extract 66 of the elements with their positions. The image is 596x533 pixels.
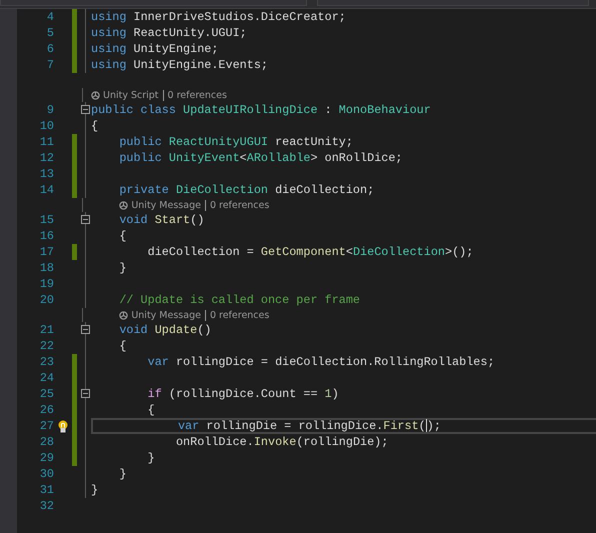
- code-line: private DieCollection dieCollection;: [118, 182, 374, 198]
- code-line: {: [91, 118, 98, 134]
- line-number: 15: [38, 212, 54, 228]
- code-line: }: [118, 466, 126, 482]
- code-line: var rollingDie = rollingDice.First();: [176, 418, 441, 434]
- line-number: 23: [38, 354, 54, 370]
- code-line: var rollingDice = dieCollection.RollingRollables;: [146, 354, 495, 370]
- code-line: dieCollection = GetComponent<DieCollection>();: [146, 244, 474, 260]
- codelens-label: Unity Message: [131, 310, 201, 320]
- collapse-toggle[interactable]: [81, 389, 90, 398]
- line-number: 7: [46, 57, 54, 73]
- collapse-toggle[interactable]: [81, 105, 90, 114]
- line-number: 5: [46, 25, 54, 41]
- line-number: 19: [38, 276, 54, 292]
- line-number: 20: [38, 292, 54, 308]
- code-line: {: [146, 402, 155, 418]
- collapse-toggle[interactable]: [81, 215, 90, 224]
- line-number: 17: [38, 244, 54, 260]
- references-link[interactable]: 0 references: [168, 90, 227, 100]
- code-line: onRollDice.Invoke(rollingDie);: [174, 434, 388, 450]
- unity-icon: [119, 310, 128, 320]
- line-number: 27: [38, 418, 54, 434]
- code-line: }: [91, 482, 98, 498]
- line-number: 26: [38, 402, 54, 418]
- line-number: 18: [38, 260, 54, 276]
- code-line: using InnerDriveStudios.DiceCreator;: [91, 9, 346, 25]
- line-number: 10: [38, 118, 54, 134]
- codelens-label: Unity Message: [131, 200, 201, 210]
- code-line: // Update is called once per frame: [118, 292, 360, 308]
- code-line: }: [118, 260, 126, 276]
- line-number: 12: [38, 150, 54, 166]
- line-number: 30: [38, 466, 54, 482]
- line-number: 16: [38, 228, 54, 244]
- code-line: using ReactUnity.UGUI;: [91, 25, 247, 41]
- code-line: {: [118, 228, 126, 244]
- code-line: if (rollingDice.Count == 1): [146, 386, 339, 402]
- line-number: 9: [46, 102, 54, 118]
- line-number: 24: [38, 370, 54, 386]
- line-number: 14: [38, 182, 54, 198]
- references-link[interactable]: 0 references: [210, 310, 270, 320]
- code-line: {: [118, 338, 126, 354]
- line-number: 22: [38, 338, 54, 354]
- code-line: void Update(): [118, 322, 212, 338]
- line-number: 28: [38, 434, 54, 450]
- unity-icon: [119, 200, 128, 210]
- code-line: using UnityEngine.Events;: [91, 57, 268, 73]
- line-number: 11: [38, 134, 54, 150]
- collapse-toggle[interactable]: [81, 325, 90, 334]
- line-number: 13: [38, 166, 54, 182]
- references-link[interactable]: 0 references: [210, 200, 270, 210]
- code-line: public ReactUnityUGUI reactUnity;: [118, 134, 353, 150]
- code-line: public UnityEvent<ARollable> onRollDice;: [118, 150, 403, 166]
- line-number: 31: [38, 482, 54, 498]
- line-number: 6: [46, 41, 54, 57]
- line-number: 21: [38, 322, 54, 338]
- unity-icon: [91, 90, 100, 100]
- code-line: void Start(): [118, 212, 204, 228]
- line-number: 4: [46, 9, 54, 25]
- line-number: 25: [38, 386, 54, 402]
- code-line: using UnityEngine;: [91, 41, 218, 57]
- lightbulb-icon[interactable]: [58, 420, 68, 432]
- codelens-label: Unity Script: [103, 90, 159, 100]
- line-number: 29: [38, 450, 54, 466]
- code-line: }: [146, 450, 155, 466]
- line-number: 32: [38, 498, 54, 514]
- code-line: public class UpdateUIRollingDice : MonoBehaviour: [91, 102, 431, 118]
